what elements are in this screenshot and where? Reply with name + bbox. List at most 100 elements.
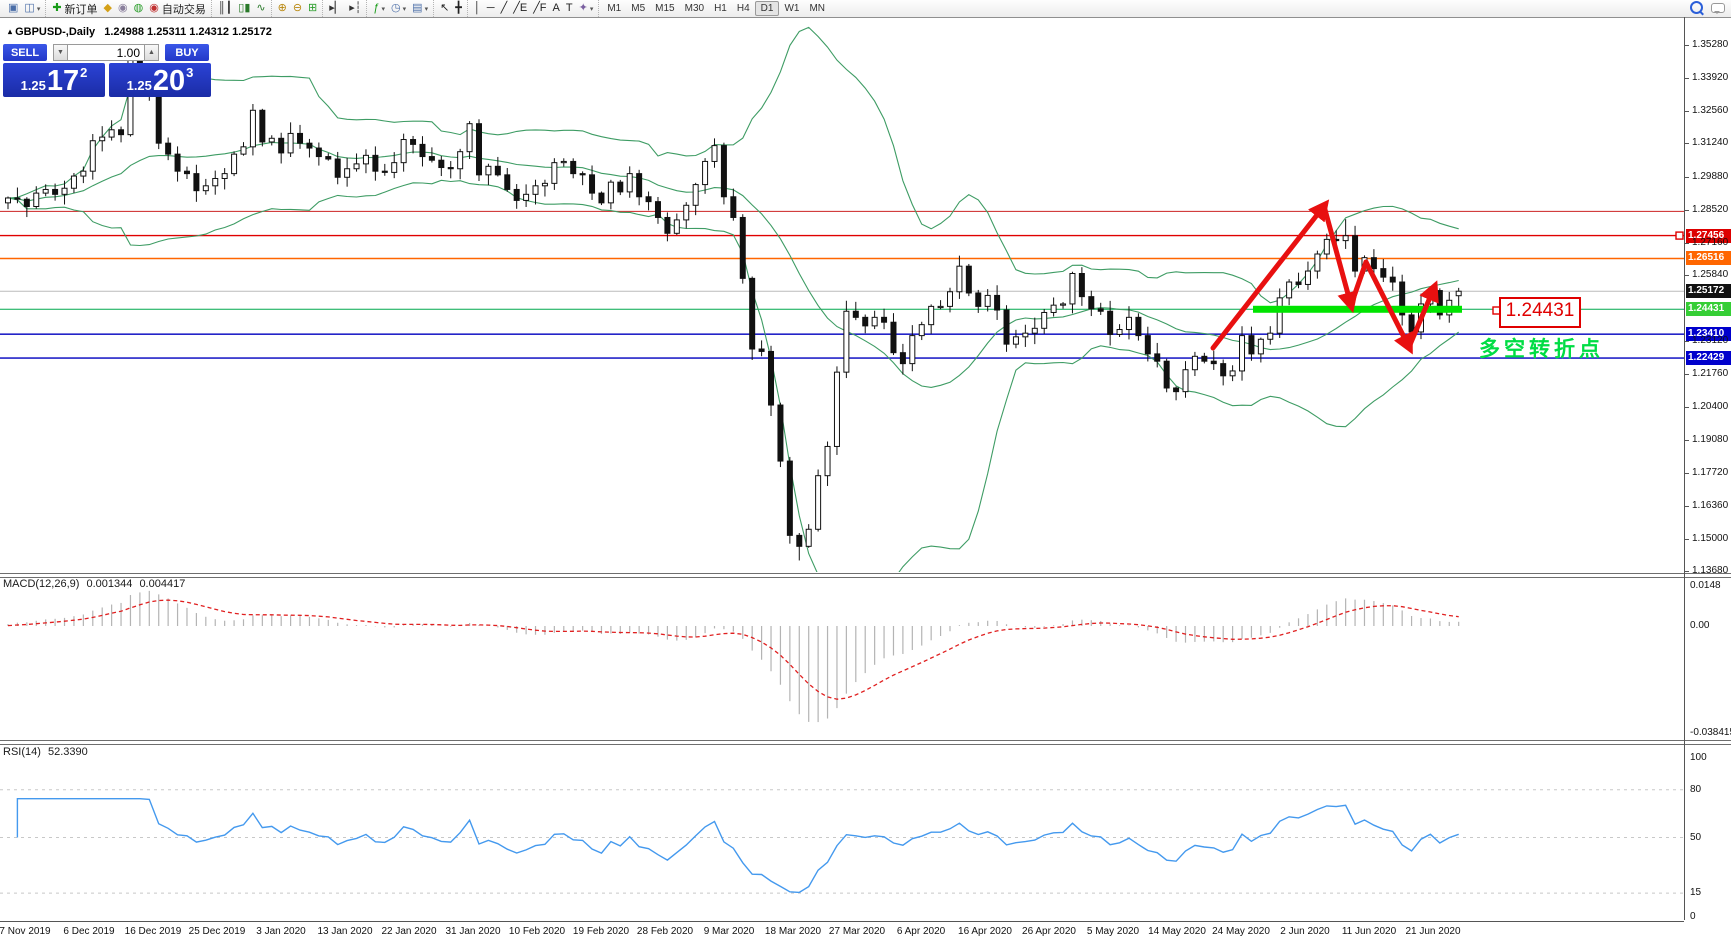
candle-body xyxy=(730,196,737,218)
candle-body xyxy=(739,216,746,279)
candle-body xyxy=(862,316,869,327)
price-axis-line xyxy=(1684,17,1685,920)
axis-tick xyxy=(1684,505,1689,507)
candle-body xyxy=(871,316,878,327)
price-tick-label: 1.19080 xyxy=(1692,433,1729,445)
buy-button[interactable]: BUY xyxy=(165,44,209,61)
buy-price-button[interactable]: 1.25 20 3 xyxy=(109,63,211,97)
date-label: 21 Jun 2020 xyxy=(1405,926,1461,937)
axis-tick xyxy=(1684,374,1689,376)
level-callout-box[interactable]: 1.24431 xyxy=(1499,297,1581,328)
candle-body xyxy=(1248,335,1255,355)
volume-increase-button[interactable]: ▲ xyxy=(144,44,159,61)
candle-body xyxy=(1276,297,1283,334)
axis-tick xyxy=(1684,176,1689,178)
candle-body xyxy=(532,185,539,195)
macd-signal-line xyxy=(7,599,1459,700)
volume-decrease-button[interactable]: ▼ xyxy=(53,44,68,61)
candle-body xyxy=(410,139,417,145)
candle-body xyxy=(956,265,963,293)
candle-body xyxy=(833,371,840,447)
mt4-terminal: ▣ ◫ ▾ ✚ 新订单 ◆ ◉ ◍ ◉ 自动交易 ║┃ ▯▮ ∿ ⊕ ⊖ ⊞ ▸▏ ▸┆ ƒ ▾ ◷ ▾ ▤ ▾ ↖ ╋ │ ─ ╱ ╱E… xyxy=(0,0,1731,939)
candle-body xyxy=(965,265,972,294)
rsi-axis-label: 15 xyxy=(1690,887,1702,899)
candle-body xyxy=(240,146,247,155)
date-label: 19 Feb 2020 xyxy=(572,926,630,937)
candle-body xyxy=(1295,281,1302,285)
panel-separator-rsi[interactable] xyxy=(0,740,1731,745)
drawn-annotations[interactable] xyxy=(1210,199,1501,355)
candle-body xyxy=(400,139,407,164)
candle-body xyxy=(466,123,473,153)
price-tag-1.22429: 1.22429 xyxy=(1686,351,1731,366)
price-tick-label: 1.33920 xyxy=(1692,72,1729,84)
price-tick-label: 1.13680 xyxy=(1692,565,1729,577)
date-label: 14 May 2020 xyxy=(1148,926,1206,937)
candle-body xyxy=(1116,329,1123,335)
candle-body xyxy=(918,324,925,337)
price-tick-label: 1.15000 xyxy=(1692,533,1729,545)
candle-body xyxy=(560,160,567,164)
candle-body xyxy=(362,154,369,165)
bb-upper-band xyxy=(7,26,1459,304)
axis-tick xyxy=(1684,571,1689,573)
candle-body xyxy=(1050,304,1057,313)
volume-input[interactable]: 1.00 xyxy=(68,44,144,61)
candle-body xyxy=(1041,311,1048,329)
price-tick-label: 1.27160 xyxy=(1692,236,1729,248)
candle-body xyxy=(23,198,30,208)
candle-body xyxy=(268,137,275,143)
buy-price-pip: 3 xyxy=(186,65,194,80)
sell-button[interactable]: SELL xyxy=(3,44,47,61)
price-tick-label: 1.20400 xyxy=(1692,401,1729,413)
axis-tick xyxy=(1684,341,1689,343)
candle-body xyxy=(334,158,341,178)
candle-body xyxy=(306,142,313,149)
candle-body xyxy=(589,174,596,194)
candle-body xyxy=(852,310,859,318)
panel-separator-macd[interactable] xyxy=(0,573,1731,578)
price-tick-label: 1.35280 xyxy=(1692,39,1729,50)
sell-price-button[interactable]: 1.25 17 2 xyxy=(3,63,105,97)
date-label: 31 Jan 2020 xyxy=(445,926,501,937)
trend-zigzag-arrow[interactable] xyxy=(1321,203,1358,314)
candle-body xyxy=(1267,332,1274,340)
candle-body xyxy=(777,404,784,462)
chart-canvas xyxy=(0,26,1684,894)
line-handle[interactable] xyxy=(1675,231,1684,240)
candle-body xyxy=(1352,235,1359,272)
macd-axis-label: -0.038415 xyxy=(1690,727,1731,738)
date-label: 26 Apr 2020 xyxy=(1022,926,1076,937)
candle-body xyxy=(1389,276,1396,283)
time-axis[interactable]: 7 Nov 2019 6 Dec 2019 16 Dec 2019 25 Dec 20… xyxy=(0,921,1684,939)
sell-price-prefix: 1.25 xyxy=(20,78,46,93)
chat-icon[interactable] xyxy=(1711,2,1725,14)
candle-body xyxy=(786,460,793,536)
rsi-line xyxy=(16,798,1459,894)
candle-body xyxy=(1069,272,1076,305)
candle-body xyxy=(1220,363,1227,377)
candle-body xyxy=(664,216,671,234)
candle-body xyxy=(654,201,661,218)
candle-body xyxy=(52,188,59,195)
candle-body xyxy=(824,445,831,477)
candle-body xyxy=(768,350,775,406)
axis-tick xyxy=(1684,111,1689,113)
search-icon[interactable] xyxy=(1690,1,1703,14)
candle-body xyxy=(947,291,953,307)
price-tick-label: 1.25840 xyxy=(1692,268,1729,280)
candle-body xyxy=(155,93,162,144)
pivot-highlight-line[interactable] xyxy=(1253,305,1462,313)
date-label: 28 Feb 2020 xyxy=(636,926,694,937)
pivot-note-text[interactable]: 多空转折点 xyxy=(1479,333,1604,363)
candle-body xyxy=(1370,257,1377,270)
candle-body xyxy=(645,196,652,203)
candles xyxy=(5,47,1462,561)
price-tick-label: 1.17720 xyxy=(1692,466,1729,478)
candle-body xyxy=(278,137,285,154)
candle-body xyxy=(1144,335,1151,355)
price-tick-label: 1.29880 xyxy=(1692,170,1729,182)
candle-body xyxy=(428,156,435,161)
candle-body xyxy=(984,294,991,307)
axis-tick xyxy=(1684,242,1689,244)
